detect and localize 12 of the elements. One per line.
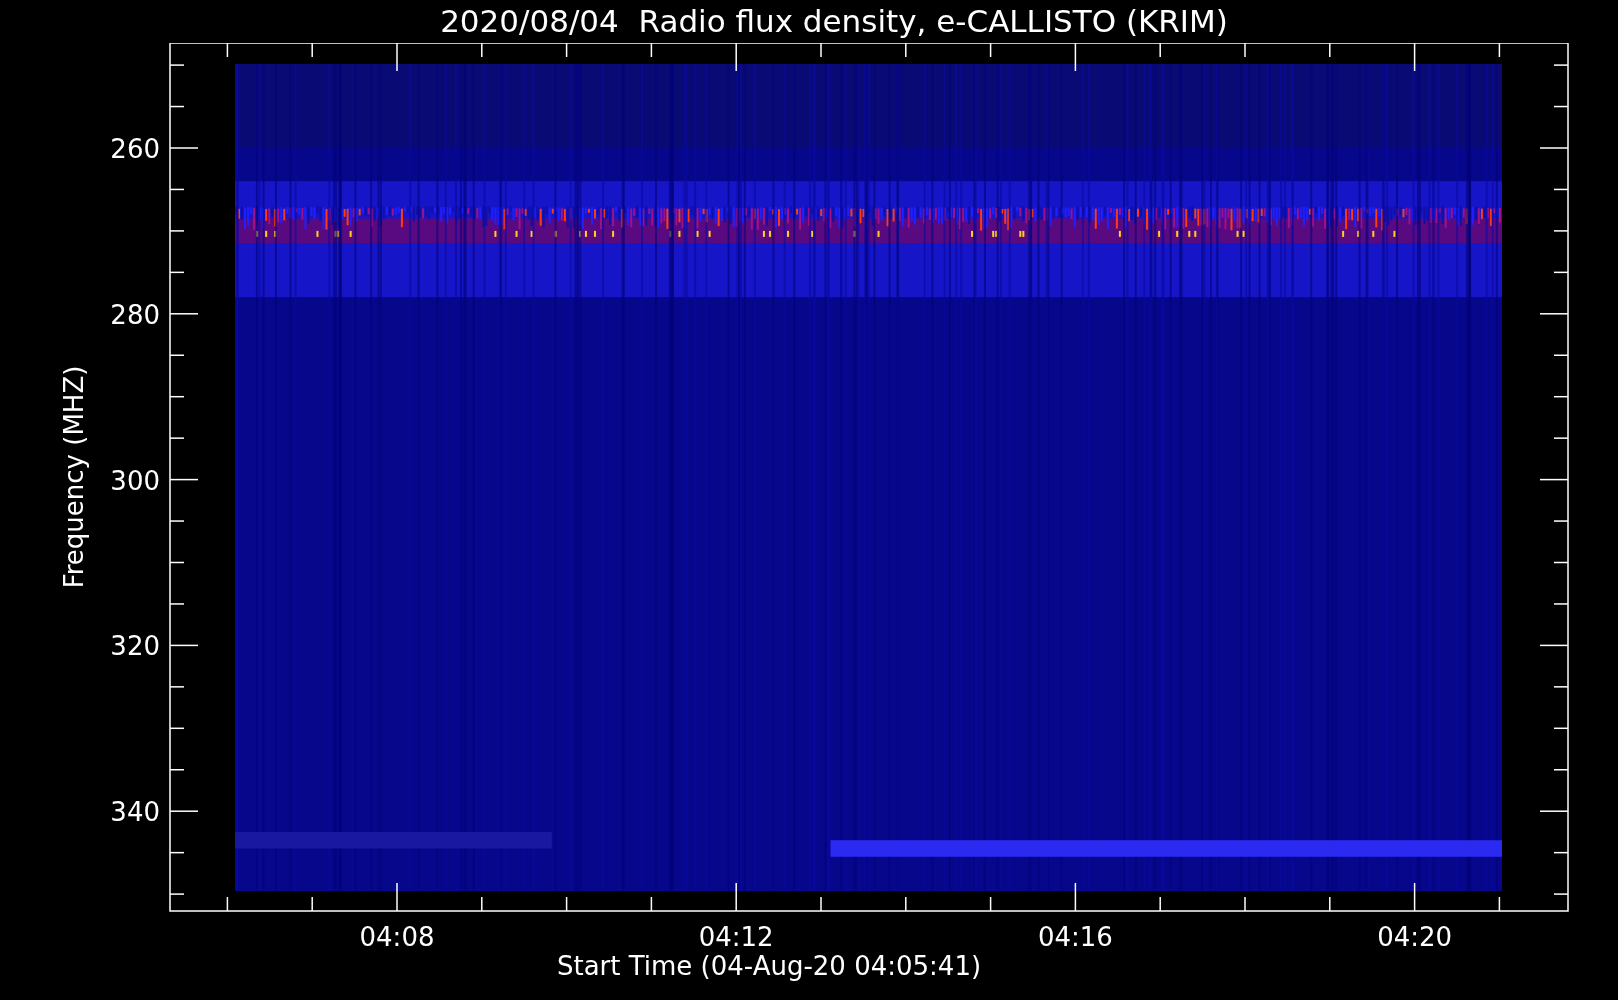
axis-label: Start Time (04-Aug-20 04:05:41) [556, 951, 982, 981]
axis-tick-label: 04:16 [1037, 922, 1113, 952]
axis-tick-label: 340 [110, 797, 160, 828]
axis-tick-label: 280 [110, 299, 160, 330]
axis-tick-label: 04:08 [359, 922, 435, 952]
axis-tick-label: 04:12 [698, 922, 774, 952]
axis-tick-label: 320 [110, 631, 160, 662]
axis-label: Frequency (MHZ) [59, 365, 89, 589]
axis-tick-label: 260 [110, 134, 160, 164]
axis-tick-label: 300 [110, 465, 160, 496]
chart-title: 2020/08/04 Radio flux density, e-CALLISTO (KRIM) [440, 6, 1228, 37]
axis-tick-label: 04:20 [1377, 922, 1453, 952]
